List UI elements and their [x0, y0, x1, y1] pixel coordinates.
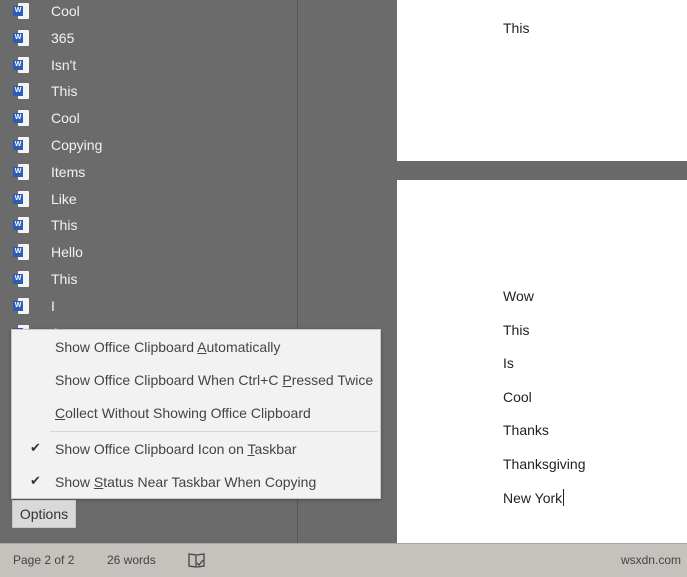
checkmark-icon: ✔ — [30, 473, 41, 488]
word-doc-icon: W — [13, 163, 29, 180]
clipboard-item[interactable]: W This — [0, 266, 297, 292]
doc-line: New York — [503, 489, 565, 506]
page-count[interactable]: Page 2 of 2 — [13, 553, 74, 567]
text-caret — [563, 489, 565, 506]
menu-item-label: Show Office Clipboard When Ctrl+C Presse… — [55, 372, 374, 388]
menu-item-label: Show Status Near Taskbar When Copying — [55, 474, 317, 490]
word-doc-icon: W — [13, 190, 29, 207]
word-count[interactable]: 26 words — [107, 553, 156, 567]
status-bar: Page 2 of 2 26 words wsxdn.com — [0, 543, 687, 577]
menu-item-label: Show Office Clipboard Icon on Taskbar — [55, 441, 297, 457]
clipboard-options-menu: Show Office Clipboard Automatically Show … — [11, 329, 381, 499]
clipboard-item-label: Items — [51, 163, 86, 180]
word-doc-icon: W — [13, 83, 29, 100]
clipboard-item-label: This — [51, 271, 78, 287]
options-button[interactable]: Options — [12, 500, 76, 528]
word-doc-icon: W — [13, 271, 29, 287]
clipboard-item-label: Hello — [51, 244, 83, 261]
clipboard-item-label: I — [51, 297, 55, 314]
clipboard-item[interactable]: W This — [0, 212, 297, 238]
doc-line: Is — [503, 355, 514, 371]
word-doc-icon: W — [13, 3, 29, 19]
clipboard-item[interactable]: W Copying — [0, 132, 297, 158]
clipboard-item-label: 365 — [51, 29, 75, 46]
clipboard-item-label: Copying — [51, 137, 103, 153]
clipboard-item[interactable]: W Isn't — [0, 52, 297, 78]
menu-item[interactable]: Collect Without Showing Office Clipboard — [12, 397, 380, 430]
menu-item-label: Collect Without Showing Office Clipboard — [55, 405, 311, 421]
clipboard-item[interactable]: W 365 — [0, 25, 297, 51]
clipboard-item-label: This — [51, 217, 78, 234]
clipboard-item-label: Cool — [51, 3, 80, 19]
doc-line: Thanks — [503, 422, 549, 438]
menu-item-label: Show Office Clipboard Automatically — [55, 339, 281, 355]
clipboard-item-label: This — [51, 83, 78, 100]
clipboard-item-label: Cool — [51, 110, 80, 127]
document-page-1[interactable] — [397, 0, 687, 161]
doc-line: Thanksgiving — [503, 455, 586, 472]
doc-line: Cool — [503, 388, 532, 405]
menu-item[interactable]: ✔ Show Status Near Taskbar When Copying — [12, 466, 380, 499]
clipboard-item[interactable]: W This — [0, 78, 297, 104]
book-check-icon[interactable] — [188, 552, 206, 568]
clipboard-item[interactable]: W Hello — [0, 239, 297, 265]
clipboard-item[interactable]: WI — [0, 293, 297, 319]
doc-line: Wow — [503, 288, 534, 304]
menu-item[interactable]: Show Office Clipboard When Ctrl+C Presse… — [12, 364, 380, 397]
word-doc-icon: W — [13, 244, 29, 261]
word-doc-icon: W — [13, 56, 29, 73]
clipboard-item[interactable]: W Cool — [0, 105, 297, 131]
clipboard-item-label: Like — [51, 190, 77, 207]
watermark: wsxdn.com — [620, 553, 681, 567]
checkmark-icon: ✔ — [30, 440, 41, 455]
clipboard-item[interactable]: W Like — [0, 186, 297, 212]
word-doc-icon: W — [13, 110, 29, 127]
word-doc-icon: W — [13, 29, 29, 46]
clipboard-item[interactable]: W Items — [0, 159, 297, 185]
word-doc-icon: W — [13, 297, 29, 314]
clipboard-item-label: Isn't — [51, 56, 77, 73]
doc-line: This — [503, 321, 530, 338]
word-doc-icon: W — [13, 137, 29, 153]
clipboard-item[interactable]: W Cool — [0, 0, 297, 24]
doc-line: This — [503, 20, 530, 36]
menu-item[interactable]: Show Office Clipboard Automatically — [12, 331, 380, 364]
menu-separator — [50, 431, 378, 432]
word-doc-icon: W — [13, 217, 29, 234]
menu-item[interactable]: ✔ Show Office Clipboard Icon on Taskbar — [12, 433, 380, 466]
